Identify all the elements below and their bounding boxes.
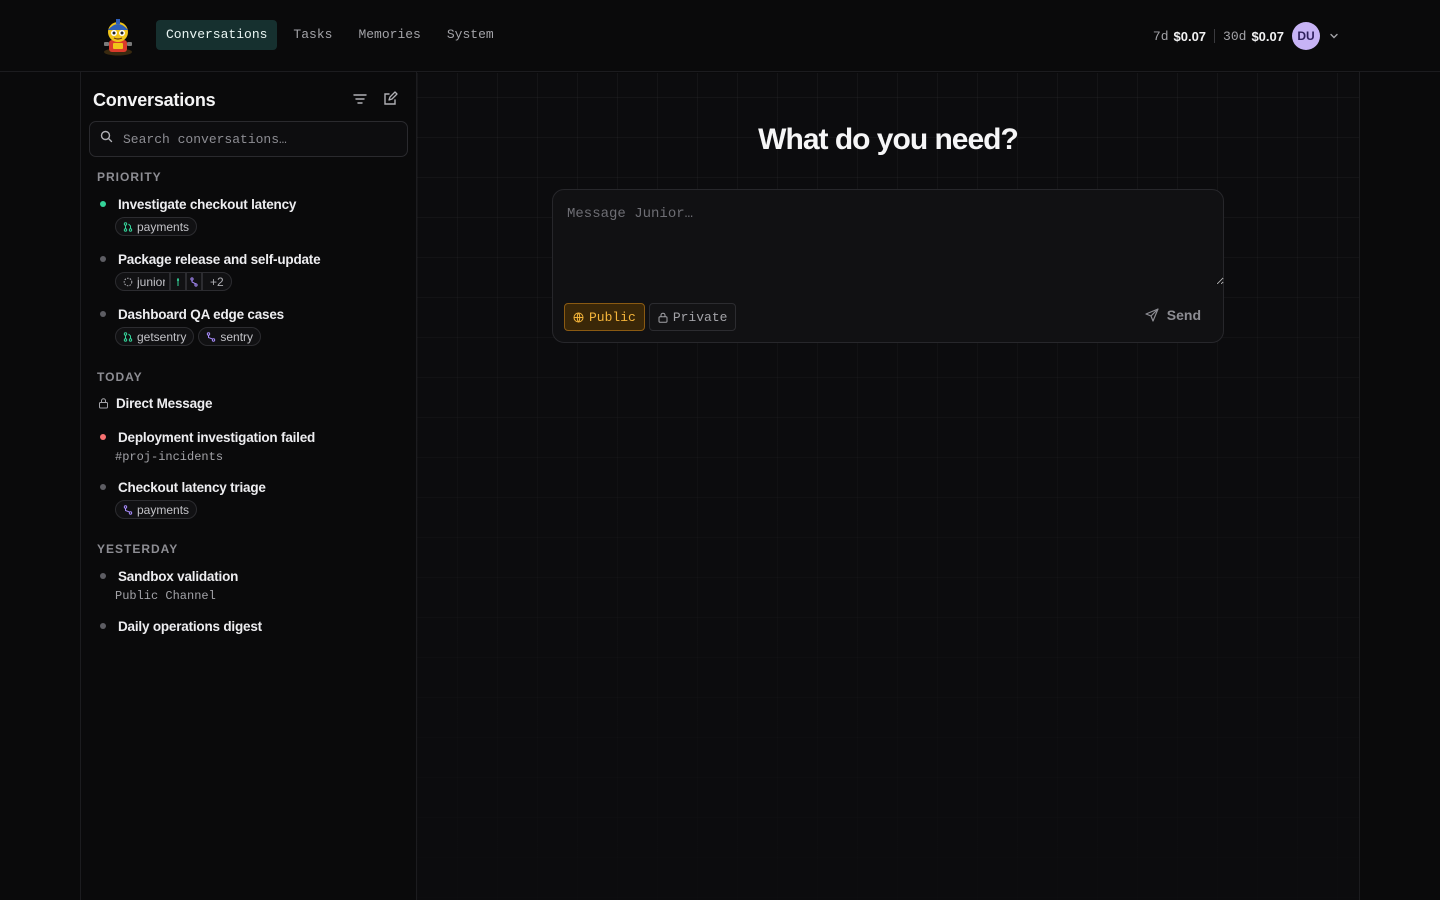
cost-amount: $0.07 <box>1251 28 1284 44</box>
message-input[interactable] <box>554 191 1224 285</box>
message-composer: Public Private Send <box>552 189 1224 343</box>
app-logo[interactable] <box>100 16 136 56</box>
private-button[interactable]: Private <box>648 303 737 331</box>
tab-tasks[interactable]: Tasks <box>283 20 342 50</box>
branch-icon <box>190 276 198 287</box>
repo-chip: payments <box>115 217 198 236</box>
branch-icon <box>207 331 216 342</box>
repo-chip: sentry <box>198 327 262 346</box>
pull-request-icon <box>123 221 133 232</box>
visibility-toggle: Public Private <box>564 303 737 331</box>
private-label: Private <box>672 309 728 325</box>
conversation-channel: Public Channel <box>115 589 216 603</box>
new-conversation-icon[interactable] <box>382 91 398 112</box>
commit-icon <box>176 277 180 286</box>
cost-summary: 7d $0.07 30d $0.07 DU <box>1153 22 1340 50</box>
main-panel: What do you need? Public Private Send <box>417 73 1359 900</box>
status-dot <box>100 434 106 440</box>
chip-label: payments <box>137 219 190 234</box>
search-box <box>89 121 408 157</box>
status-dot <box>100 573 106 579</box>
list-item[interactable]: Investigate checkout latency payments <box>97 195 397 236</box>
sidebar-header: Conversations <box>93 89 404 111</box>
divider <box>1214 29 1216 43</box>
list-item[interactable]: Checkout latency triage payments <box>97 478 397 519</box>
group-label-yesterday: YESTERDAY <box>97 542 179 556</box>
status-dot <box>100 201 106 207</box>
conversation-title: Deployment investigation failed <box>118 429 316 445</box>
chip-label: junior <box>137 274 165 289</box>
main-nav: Conversations Tasks Memories System <box>156 20 504 50</box>
robot-mascot-icon <box>104 19 132 56</box>
top-bar: Conversations Tasks Memories System 7d $… <box>0 0 1440 72</box>
public-label: Public <box>589 309 636 325</box>
list-item[interactable]: Daily operations digest <box>97 617 397 635</box>
tab-system[interactable]: System <box>437 20 504 50</box>
cost-period: 30d <box>1223 28 1247 44</box>
chip-label: payments <box>137 502 190 517</box>
pull-request-icon <box>123 331 133 342</box>
chip-label: sentry <box>220 329 254 344</box>
send-button[interactable]: Send <box>1145 307 1201 323</box>
spinner-icon <box>123 277 133 286</box>
repo-chip: junior <box>115 272 170 291</box>
chip-label: +2 <box>210 274 224 289</box>
page-title: What do you need? <box>758 123 1019 156</box>
list-item[interactable]: Deployment investigation failed #proj-in… <box>97 428 397 464</box>
lock-icon <box>98 397 109 409</box>
repo-chip: getsentry <box>115 327 195 346</box>
user-avatar[interactable]: DU <box>1292 22 1320 50</box>
branch-icon <box>123 504 133 515</box>
status-dot <box>100 484 106 490</box>
globe-icon <box>573 312 584 322</box>
send-label: Send <box>1166 307 1201 323</box>
chevron-down-icon[interactable] <box>1328 30 1340 42</box>
tab-conversations[interactable]: Conversations <box>156 20 278 50</box>
search-input[interactable] <box>123 131 393 147</box>
status-dot <box>100 311 106 317</box>
repo-chip <box>170 272 186 291</box>
list-item[interactable]: Package release and self-update junior +… <box>97 250 397 291</box>
cost-7d: 7d $0.07 <box>1153 29 1206 44</box>
cost-amount: $0.07 <box>1173 28 1207 44</box>
cost-30d: 30d $0.07 <box>1223 29 1284 44</box>
conversations-sidebar: Conversations PRIORITY Investigate check… <box>81 73 416 900</box>
conversation-title: Dashboard QA edge cases <box>118 306 284 322</box>
send-icon <box>1145 308 1159 322</box>
list-item[interactable]: Sandbox validation Public Channel <box>97 567 397 603</box>
sidebar-title: Conversations <box>93 89 216 110</box>
status-dot <box>100 623 106 629</box>
repo-chip <box>186 272 202 291</box>
cost-period: 7d <box>1152 28 1169 44</box>
conversation-channel: #proj-incidents <box>115 450 224 464</box>
conversation-title: Package release and self-update <box>118 251 321 267</box>
public-button[interactable]: Public <box>564 303 645 331</box>
conversation-title: Sandbox validation <box>118 568 239 584</box>
chip-label: getsentry <box>137 329 187 344</box>
status-dot <box>100 256 106 262</box>
lock-icon <box>658 312 668 323</box>
search-icon <box>100 130 113 148</box>
more-chip: +2 <box>202 272 232 291</box>
conversation-title: Investigate checkout latency <box>118 196 297 212</box>
list-item[interactable]: Dashboard QA edge cases getsentry sentry <box>97 305 397 346</box>
conversation-title: Direct Message <box>116 395 213 411</box>
conversation-title: Checkout latency triage <box>118 479 266 495</box>
divider <box>1359 72 1360 900</box>
conversation-title: Daily operations digest <box>118 618 262 634</box>
group-label-today: TODAY <box>97 370 143 384</box>
sidebar-actions <box>352 91 398 112</box>
list-item[interactable]: Direct Message <box>97 394 397 412</box>
group-label-priority: PRIORITY <box>97 170 162 184</box>
repo-chip: payments <box>115 500 198 519</box>
tab-memories[interactable]: Memories <box>348 20 430 50</box>
filter-icon[interactable] <box>352 91 368 112</box>
